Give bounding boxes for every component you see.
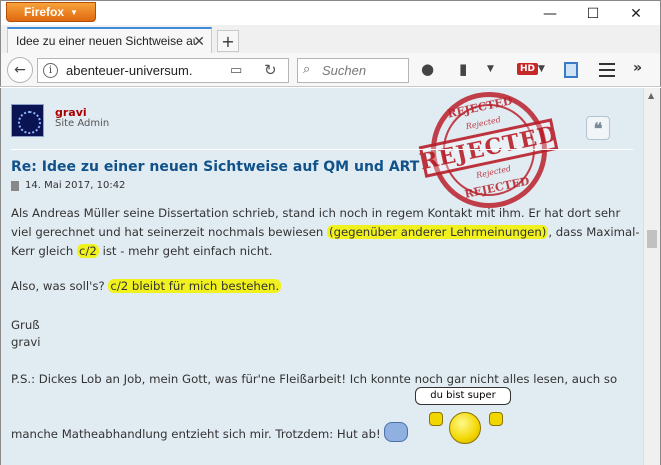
- post-line: Kerr gleich c/2 ist - mehr geht einfach …: [11, 242, 272, 262]
- title-bar: Firefox ▼ — ☐ ✕: [0, 0, 661, 25]
- scrollbar-thumb[interactable]: [647, 230, 657, 248]
- page-content: gravi Site Admin REJECTED Rejected REJEC…: [0, 88, 661, 465]
- new-tab-button[interactable]: +: [217, 30, 239, 52]
- text-segment: Also, was soll's?: [11, 279, 109, 293]
- scroll-up-icon[interactable]: ▲: [648, 91, 654, 100]
- maximize-button[interactable]: ☐: [574, 1, 612, 26]
- post-meta: 14. Mai 2017, 10:42: [11, 180, 125, 191]
- minimize-button[interactable]: —: [531, 1, 569, 26]
- quote-icon: ❝: [593, 118, 603, 138]
- user-rank: Site Admin: [55, 118, 110, 129]
- clipboard-icon[interactable]: ▮: [459, 60, 467, 78]
- search-placeholder: Suchen: [322, 63, 367, 78]
- post-line: viel gerechnet und hat seinerzeit nochma…: [11, 223, 640, 243]
- search-icon: ⌕: [303, 62, 311, 77]
- close-tab-icon[interactable]: ✕: [193, 33, 205, 50]
- tab-bar: Idee zu einer neuen Sichtweise auf ✕ +: [0, 25, 661, 53]
- scrollbar[interactable]: ▲: [643, 88, 660, 465]
- smiley-face-icon: [449, 412, 481, 444]
- text-segment: viel gerechnet und hat seinerzeit nochma…: [11, 225, 328, 239]
- bookmark-icon[interactable]: [564, 62, 578, 78]
- chevron-down-icon[interactable]: ▼: [538, 64, 545, 74]
- highlighted-text: (gegenüber anderer Lehrmeinungen): [327, 225, 549, 239]
- url-bar[interactable]: i abenteuer-universum. ▭ ↻: [37, 58, 289, 83]
- hd-video-icon[interactable]: HD: [517, 63, 539, 75]
- firefox-menu-button[interactable]: Firefox ▼: [6, 2, 96, 22]
- reader-view-icon[interactable]: ▭: [230, 63, 242, 78]
- chevron-down-icon: ▼: [70, 7, 78, 17]
- tab-title: Idee zu einer neuen Sichtweise auf: [16, 34, 196, 48]
- divider: [11, 149, 633, 150]
- smiley-thumbs-up-icon: [427, 408, 507, 448]
- thumb-right-icon: [489, 412, 503, 426]
- post-icon[interactable]: [11, 180, 19, 191]
- thumb-left-icon: [429, 412, 443, 426]
- speech-bubble: du bist super: [415, 387, 511, 405]
- post-title[interactable]: Re: Idee zu einer neuen Sichtweise auf Q…: [11, 159, 419, 175]
- tab-active[interactable]: Idee zu einer neuen Sichtweise auf ✕: [7, 27, 212, 53]
- hamburger-menu-icon[interactable]: [599, 63, 615, 77]
- arrow-left-icon: ←: [14, 62, 26, 78]
- reload-icon[interactable]: ↻: [264, 61, 277, 79]
- firefox-menu-label: Firefox: [24, 5, 65, 19]
- thumbs-up-smiley-icon: [384, 422, 408, 442]
- chevron-down-icon[interactable]: ▼: [487, 64, 494, 74]
- close-window-button[interactable]: ✕: [617, 1, 655, 26]
- back-button[interactable]: ←: [7, 57, 33, 83]
- avatar[interactable]: [11, 104, 44, 137]
- url-text: abenteuer-universum.: [66, 63, 193, 78]
- post-line: Als Andreas Müller seine Dissertation sc…: [11, 206, 621, 220]
- post-date: 14. Mai 2017, 10:42: [25, 180, 126, 191]
- text-segment: ist - mehr geht einfach nicht.: [98, 244, 273, 258]
- overflow-chevron-icon[interactable]: »: [633, 60, 642, 76]
- text-segment: Kerr gleich: [11, 244, 78, 258]
- extension-icon[interactable]: ●: [421, 60, 434, 78]
- highlighted-text: c/2 bleibt für mich bestehen.: [108, 279, 282, 293]
- search-bar[interactable]: ⌕ Suchen: [297, 58, 409, 83]
- text-segment: , dass Maximal-: [548, 225, 640, 239]
- quote-button[interactable]: ❝: [586, 116, 610, 140]
- post-line: Also, was soll's? c/2 bleibt für mich be…: [11, 277, 282, 297]
- post-line: P.S.: Dickes Lob an Job, mein Gott, was …: [11, 372, 618, 386]
- post-line: gravi: [11, 335, 41, 349]
- post-line: manche Matheabhandlung entzieht sich mir…: [11, 427, 381, 441]
- info-icon[interactable]: i: [43, 63, 58, 78]
- navigation-bar: ← i abenteuer-universum. ▭ ↻ ⌕ Suchen ● …: [0, 53, 661, 87]
- highlighted-text: c/2: [77, 244, 99, 258]
